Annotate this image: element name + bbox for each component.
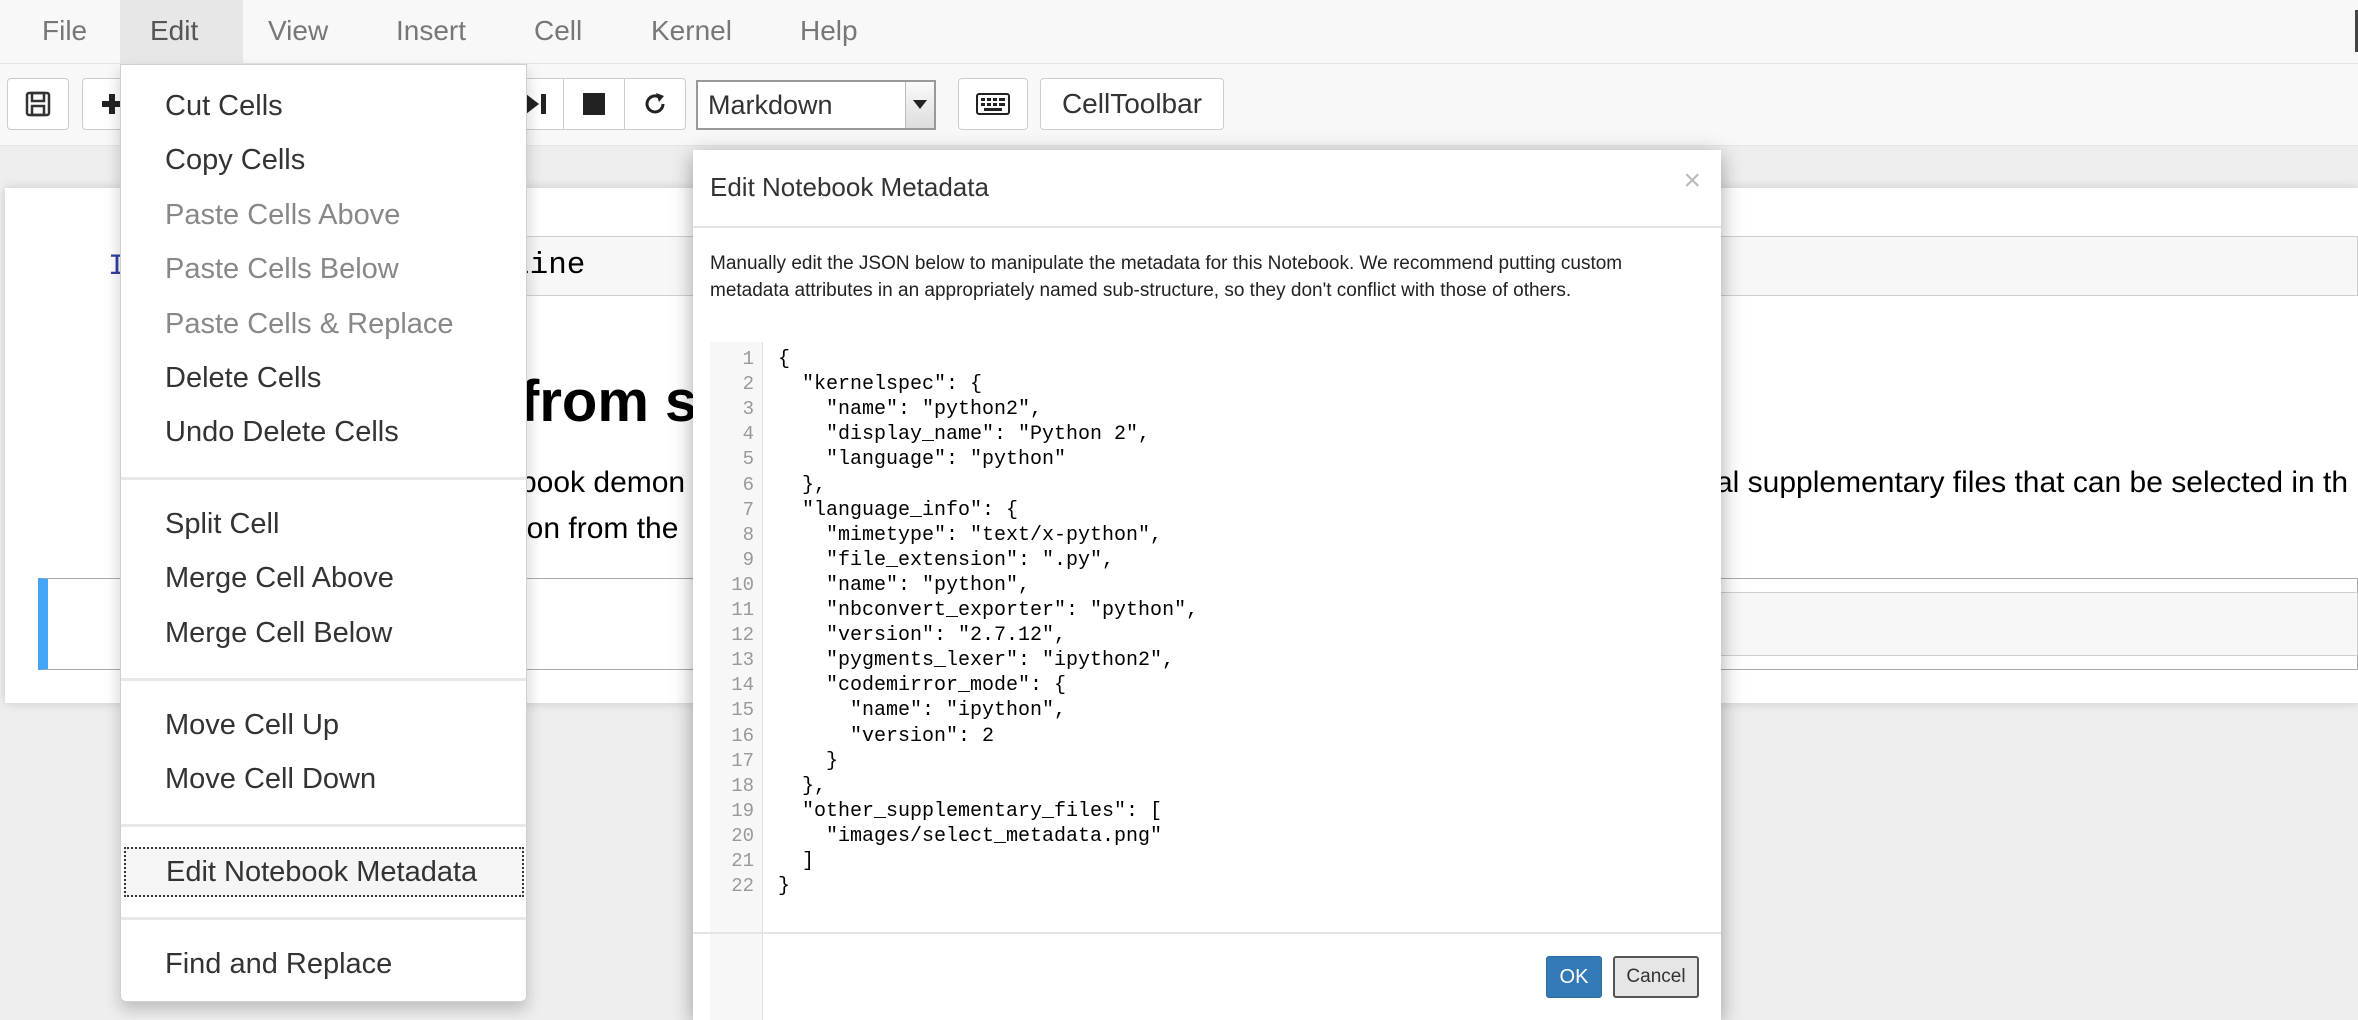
- line-number: 14: [731, 674, 754, 696]
- cancel-button[interactable]: Cancel: [1613, 956, 1699, 998]
- json-code-line: "language": "python": [778, 448, 1067, 471]
- line-number: 8: [742, 524, 754, 546]
- menu-item-split-cell[interactable]: Split Cell: [121, 498, 526, 550]
- menu-item-paste-cells-replace[interactable]: Paste Cells & Replace: [121, 298, 526, 350]
- line-number: 5: [742, 448, 754, 470]
- line-number: 10: [731, 574, 754, 596]
- line-number: 3: [742, 398, 754, 420]
- menu-item-merge-cell-above[interactable]: Merge Cell Above: [121, 552, 526, 604]
- markdown-text-line: al supplementary files that can be selec…: [1716, 466, 2349, 499]
- json-code-line: "version": 2: [778, 725, 995, 748]
- line-number: 6: [742, 474, 754, 496]
- json-code-line: },: [778, 775, 827, 798]
- markdown-text-line: ion from the: [520, 512, 679, 545]
- line-number: 12: [731, 624, 754, 646]
- menu-item-move-cell-down[interactable]: Move Cell Down: [121, 753, 526, 805]
- line-number: 4: [742, 423, 754, 445]
- refresh-icon: [642, 91, 668, 117]
- dialog-title: Edit Notebook Metadata: [710, 172, 989, 202]
- menu-kernel[interactable]: Kernel: [621, 0, 762, 64]
- menu-item-merge-cell-below[interactable]: Merge Cell Below: [121, 607, 526, 659]
- line-number: 22: [731, 875, 754, 897]
- json-code-line: "codemirror_mode": {: [778, 674, 1067, 697]
- celltoolbar-button[interactable]: CellToolbar: [1040, 78, 1224, 130]
- edit-metadata-dialog: Edit Notebook Metadata × Manually edit t…: [693, 150, 1721, 1020]
- menu-item-paste-cells-above[interactable]: Paste Cells Above: [121, 189, 526, 241]
- menu-item-edit-notebook-metadata[interactable]: Edit Notebook Metadata: [124, 847, 524, 897]
- json-code-line: },: [778, 474, 827, 497]
- ok-button[interactable]: OK: [1546, 956, 1602, 998]
- dialog-description: Manually edit the JSON below to manipula…: [710, 253, 1623, 301]
- menu-bar: File Edit View Insert Cell Kernel Help: [0, 0, 2358, 64]
- json-code-line: }: [778, 875, 791, 898]
- line-number: 13: [731, 649, 754, 671]
- line-number: 18: [731, 775, 754, 797]
- menu-item-move-cell-up[interactable]: Move Cell Up: [121, 699, 526, 751]
- cell-type-select[interactable]: Markdown: [696, 80, 936, 130]
- json-code-line: "name": "python",: [778, 574, 1031, 597]
- json-code-line: "name": "ipython",: [778, 699, 1067, 722]
- menu-divider: [121, 678, 526, 681]
- menu-divider: [121, 477, 526, 480]
- menu-item-paste-cells-below[interactable]: Paste Cells Below: [121, 243, 526, 295]
- menu-item-undo-delete-cells[interactable]: Undo Delete Cells: [121, 406, 526, 458]
- line-number: 19: [731, 800, 754, 822]
- json-code-line: "version": "2.7.12",: [778, 624, 1067, 647]
- markdown-heading: from s: [520, 369, 698, 434]
- selected-cell-input[interactable]: [1716, 592, 2358, 656]
- json-editor[interactable]: 1 2 3 4 5 6 7 8 9 10 11 12 13 14 15 16 17 18 19 20 21 22 { "k…: [710, 342, 1704, 1020]
- command-palette-button[interactable]: [958, 78, 1028, 130]
- line-number: 11: [731, 599, 754, 621]
- json-code-line: "mimetype": "text/x-python",: [778, 524, 1163, 547]
- dialog-header: Edit Notebook Metadata ×: [693, 150, 1721, 228]
- line-number: 15: [731, 699, 754, 721]
- json-code-line: "other_supplementary_files": [: [778, 800, 1163, 823]
- menu-item-copy-cells[interactable]: Copy Cells: [121, 134, 526, 186]
- close-icon[interactable]: ×: [1683, 164, 1701, 198]
- menu-item-cut-cells[interactable]: Cut Cells: [121, 80, 526, 132]
- json-code-line: ]: [778, 850, 815, 873]
- json-code-line: "pygments_lexer": "ipython2",: [778, 649, 1175, 672]
- json-code-line: "display_name": "Python 2",: [778, 423, 1151, 446]
- json-code-line: "name": "python2",: [778, 398, 1043, 421]
- line-number: 7: [742, 499, 754, 521]
- save-button[interactable]: [7, 78, 69, 130]
- menu-item-find-and-replace[interactable]: Find and Replace: [121, 938, 526, 990]
- json-code-line: "images/select_metadata.png": [778, 825, 1163, 848]
- json-code-line: "nbconvert_exporter": "python",: [778, 599, 1199, 622]
- edit-menu-dropdown: Cut Cells Copy Cells Paste Cells Above P…: [120, 64, 527, 1002]
- json-code-line: "file_extension": ".py",: [778, 549, 1115, 572]
- menu-insert[interactable]: Insert: [366, 0, 496, 64]
- menu-divider: [121, 824, 526, 827]
- line-number: 20: [731, 825, 754, 847]
- menu-cell[interactable]: Cell: [504, 0, 612, 64]
- chevron-down-icon: [905, 82, 934, 128]
- interrupt-kernel-button[interactable]: [563, 78, 625, 130]
- keyboard-icon: [976, 93, 1010, 115]
- menu-item-delete-cells[interactable]: Delete Cells: [121, 352, 526, 404]
- line-number-gutter: 1 2 3 4 5 6 7 8 9 10 11 12 13 14 15 16 17 18 19 20 21 22: [710, 342, 763, 1020]
- save-icon: [25, 91, 51, 117]
- cell-type-value: Markdown: [708, 90, 833, 120]
- menu-view[interactable]: View: [238, 0, 358, 64]
- restart-kernel-button[interactable]: [624, 78, 686, 130]
- line-number: 16: [731, 725, 754, 747]
- menu-edit[interactable]: Edit: [120, 0, 243, 64]
- stop-icon: [582, 92, 606, 116]
- json-code-line: "language_info": {: [778, 499, 1019, 522]
- menu-divider: [121, 917, 526, 920]
- line-number: 17: [731, 750, 754, 772]
- line-number: 1: [742, 348, 754, 370]
- json-code-line: }: [778, 750, 839, 773]
- line-number: 9: [742, 549, 754, 571]
- json-code-line: {: [778, 348, 791, 371]
- menu-help[interactable]: Help: [770, 0, 888, 64]
- line-number: 2: [742, 373, 754, 395]
- json-code-line: "kernelspec": {: [778, 373, 983, 396]
- line-number: 21: [731, 850, 754, 872]
- menu-file[interactable]: File: [12, 0, 117, 64]
- markdown-text-line: book demon: [520, 466, 686, 499]
